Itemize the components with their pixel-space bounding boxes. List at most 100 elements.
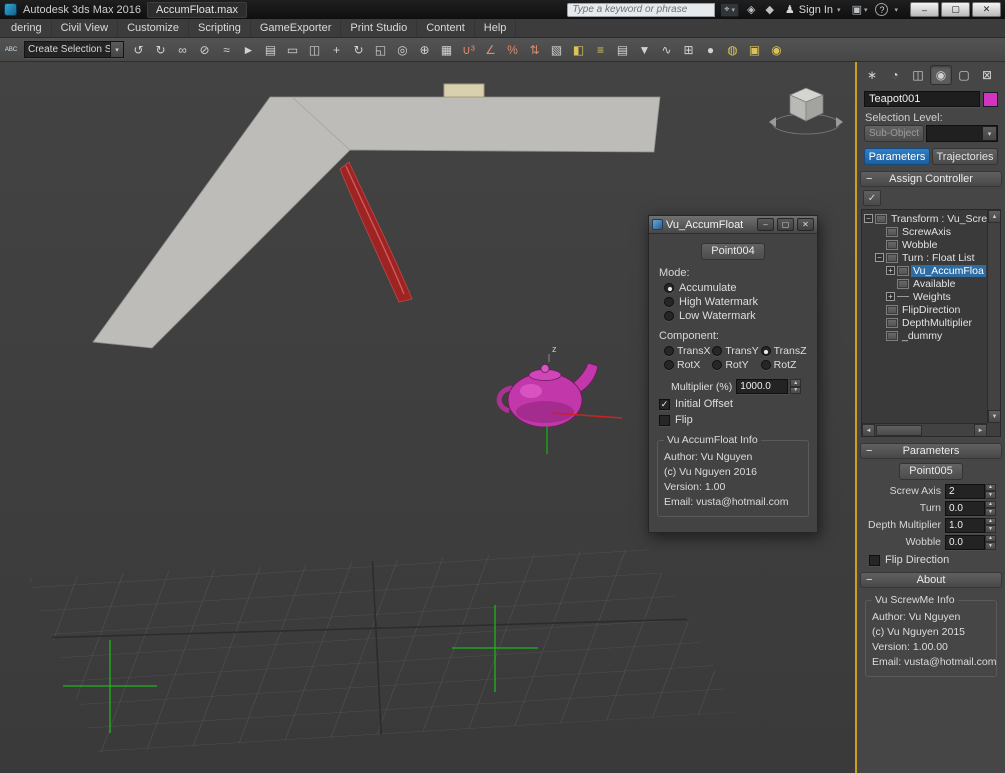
workspaces-icon[interactable]: ▣ ▾ xyxy=(850,3,870,16)
tab-utilities[interactable]: ⊠ xyxy=(976,65,998,85)
expand-toggle-icon[interactable]: + xyxy=(886,292,895,301)
snap-toggle-3d-icon[interactable]: ∪³ xyxy=(458,40,479,60)
wobble-spinner[interactable]: ▲▼ xyxy=(985,535,996,550)
window-crossing-icon[interactable]: ◫ xyxy=(304,40,325,60)
teapot-object[interactable] xyxy=(499,363,598,427)
chevron-down-icon[interactable]: ▾ xyxy=(110,42,123,57)
tree-item-weights[interactable]: + Weights xyxy=(862,290,1000,303)
communities-icon[interactable]: ◆ xyxy=(763,3,775,16)
named-selection-sets-dropdown[interactable]: Create Selection Se ▾ xyxy=(24,41,124,58)
viewcube[interactable] xyxy=(769,88,843,134)
menu-item-customize[interactable]: Customize xyxy=(118,19,189,37)
object-name-field[interactable]: Teapot001 xyxy=(864,91,980,107)
tree-item-available[interactable]: Available xyxy=(862,277,1000,290)
window-close-button[interactable]: ✕ xyxy=(972,2,1001,17)
tree-item-vu-accumfloat[interactable]: + Vu_AccumFloa xyxy=(862,264,1000,277)
parameters-rollout-header[interactable]: − Parameters xyxy=(860,443,1002,459)
radio-transx[interactable]: TransX xyxy=(664,344,712,358)
help-menu-icon[interactable]: ? xyxy=(875,3,888,16)
select-and-move-icon[interactable]: + xyxy=(326,40,347,60)
undo-icon[interactable]: ↺ xyxy=(128,40,149,60)
radio-icon[interactable] xyxy=(664,283,674,293)
tree-item-dummy[interactable]: _dummy xyxy=(862,329,1000,342)
tree-item-depthmultiplier[interactable]: DepthMultiplier xyxy=(862,316,1000,329)
spinner-snap-icon[interactable]: ⇅ xyxy=(524,40,545,60)
align-icon[interactable]: ≡ xyxy=(590,40,611,60)
rectangular-selection-region-icon[interactable]: ▭ xyxy=(282,40,303,60)
menu-item-help[interactable]: Help xyxy=(475,19,517,37)
tree-horizontal-scrollbar[interactable]: ◄ ► xyxy=(862,423,987,436)
expand-toggle-icon[interactable]: + xyxy=(886,266,895,275)
dialog-maximize-button[interactable]: ▢ xyxy=(777,218,794,231)
tree-item-flipdirection[interactable]: FlipDirection xyxy=(862,303,1000,316)
radio-transz[interactable]: TransZ xyxy=(761,344,809,358)
sub-object-button[interactable]: Sub-Object xyxy=(864,125,924,142)
tab-display[interactable]: ▢ xyxy=(953,65,975,85)
menu-item-content[interactable]: Content xyxy=(417,19,475,37)
scroll-right-icon[interactable]: ► xyxy=(974,424,987,437)
checkbox-box[interactable] xyxy=(659,415,670,426)
render-setup-icon[interactable]: ◍ xyxy=(722,40,743,60)
depth-multiplier-spinner[interactable]: ▲▼ xyxy=(985,518,996,533)
about-rollout-header[interactable]: − About xyxy=(860,572,1002,588)
material-editor-icon[interactable]: ● xyxy=(700,40,721,60)
radio-icon[interactable] xyxy=(761,360,771,370)
checkbox-box[interactable]: ✓ xyxy=(659,399,670,410)
radio-transy[interactable]: TransY xyxy=(712,344,760,358)
schematic-view-icon[interactable]: ⊞ xyxy=(678,40,699,60)
bind-to-space-warp-icon[interactable]: ≈ xyxy=(216,40,237,60)
point005-button[interactable]: Point005 xyxy=(899,463,963,480)
checkbox-box[interactable] xyxy=(869,555,880,566)
tab-hierarchy[interactable]: ◫ xyxy=(907,65,929,85)
search-input[interactable]: Type a keyword or phrase xyxy=(567,3,715,17)
radio-rotx[interactable]: RotX xyxy=(664,358,712,372)
search-button[interactable]: ⌖ ▾ xyxy=(721,3,739,17)
select-by-name-icon[interactable]: ▤ xyxy=(260,40,281,60)
radio-icon[interactable] xyxy=(712,360,722,370)
chevron-down-icon[interactable]: ▾ xyxy=(983,127,996,140)
select-and-manipulate-icon[interactable]: ⊕ xyxy=(414,40,435,60)
tree-vertical-scrollbar[interactable]: ▲ ▼ xyxy=(987,210,1000,423)
select-object-icon[interactable]: ► xyxy=(238,40,259,60)
menu-item-civil-view[interactable]: Civil View xyxy=(52,19,118,37)
turn-field[interactable]: 0.0 xyxy=(945,501,985,516)
object-color-swatch[interactable] xyxy=(983,92,998,107)
radio-roty[interactable]: RotY xyxy=(712,358,760,372)
flip-direction-checkbox[interactable]: Flip Direction xyxy=(869,554,1002,566)
multiplier-spinner[interactable]: ▲▼ xyxy=(790,379,801,394)
depth-multiplier-field[interactable]: 1.0 xyxy=(945,518,985,533)
radio-high-watermark[interactable]: High Watermark xyxy=(664,295,809,309)
scrollbar-thumb[interactable] xyxy=(876,425,922,436)
radio-icon[interactable] xyxy=(761,346,771,356)
assign-controller-button[interactable]: ✓ xyxy=(863,190,881,206)
flip-checkbox[interactable]: Flip xyxy=(659,414,809,426)
edit-named-selection-sets-icon[interactable]: ▧ xyxy=(546,40,567,60)
menu-item-game-exporter[interactable]: GameExporter xyxy=(251,19,342,37)
tab-create[interactable]: ∗ xyxy=(861,65,883,85)
tab-motion[interactable]: ◉ xyxy=(930,65,952,85)
menu-item-scripting[interactable]: Scripting xyxy=(189,19,251,37)
tree-item-screwaxis[interactable]: ScrewAxis xyxy=(862,225,1000,238)
screw-axis-field[interactable]: 2 xyxy=(945,484,985,499)
scroll-down-icon[interactable]: ▼ xyxy=(988,410,1001,423)
dialog-close-button[interactable]: ✕ xyxy=(797,218,814,231)
box-object[interactable] xyxy=(444,84,484,97)
sub-object-level-dropdown[interactable]: ▾ xyxy=(926,125,998,142)
scroll-left-icon[interactable]: ◄ xyxy=(862,424,875,437)
radio-icon[interactable] xyxy=(664,360,674,370)
menu-item-print-studio[interactable]: Print Studio xyxy=(341,19,417,37)
mirror-icon[interactable]: ◧ xyxy=(568,40,589,60)
assign-controller-rollout-header[interactable]: − Assign Controller xyxy=(860,171,1002,187)
tab-modify[interactable]: ◔ xyxy=(884,65,906,85)
exchange-icon[interactable]: ◈ xyxy=(745,3,757,16)
window-minimize-button[interactable]: – xyxy=(910,2,939,17)
turn-spinner[interactable]: ▲▼ xyxy=(985,501,996,516)
render-production-icon[interactable]: ◉ xyxy=(766,40,787,60)
radio-rotz[interactable]: RotZ xyxy=(761,358,809,372)
tree-item-transform[interactable]: − Transform : Vu_Scre xyxy=(862,212,1000,225)
curve-editor-icon[interactable]: ∿ xyxy=(656,40,677,60)
radio-accumulate[interactable]: Accumulate xyxy=(664,281,809,295)
screw-axis-spinner[interactable]: ▲▼ xyxy=(985,484,996,499)
keyboard-shortcut-override-icon[interactable]: ▦ xyxy=(436,40,457,60)
unlink-selection-icon[interactable]: ⊘ xyxy=(194,40,215,60)
